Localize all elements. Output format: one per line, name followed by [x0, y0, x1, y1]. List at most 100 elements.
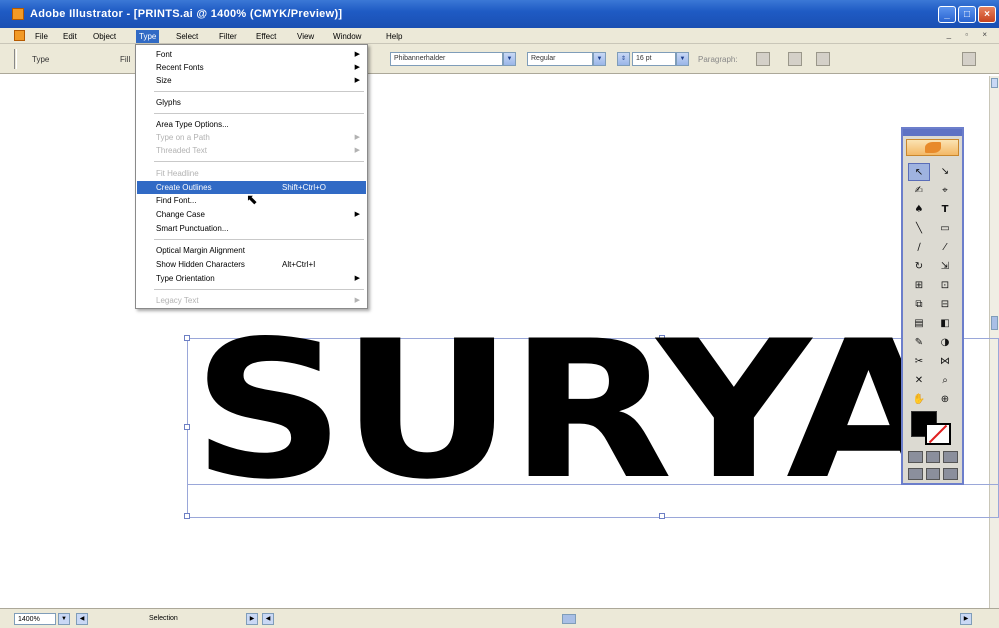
control-panel-menu-icon[interactable] — [962, 52, 976, 66]
document-window-controls[interactable]: _ ▫ × — [947, 30, 993, 39]
tools-panel-titlebar[interactable] — [903, 129, 962, 136]
menu-item-glyphs[interactable]: Glyphs — [137, 96, 366, 109]
font-style-field[interactable]: Regular — [527, 52, 593, 66]
scroll-left-icon[interactable]: ◀ — [262, 613, 274, 625]
font-size-field[interactable]: 16 pt — [632, 52, 676, 66]
column-graph-tool-icon[interactable]: ⊟ — [934, 296, 956, 314]
hand-tool-icon[interactable]: ✋ — [908, 391, 930, 409]
direct-selection-tool-icon[interactable]: ↘ — [934, 163, 956, 181]
menu-item-show-hidden-characters[interactable]: Show Hidden Characters Alt+Ctrl+I — [137, 258, 366, 271]
bbox-handle-middle-left[interactable] — [184, 424, 190, 430]
menu-type[interactable]: Type — [136, 30, 160, 43]
menu-item-shortcut: Alt+Ctrl+I — [282, 260, 316, 269]
eyedropper-tool-icon[interactable]: ✎ — [908, 334, 930, 352]
status-mode-label[interactable]: Selection — [146, 613, 226, 625]
menu-window[interactable]: Window — [330, 30, 364, 43]
rectangle-tool-icon[interactable]: ▭ — [934, 220, 956, 238]
menu-help[interactable]: Help — [383, 30, 405, 43]
rotate-tool-icon[interactable]: ↻ — [908, 258, 930, 276]
scissors-tool-icon[interactable]: ⌕ — [934, 372, 956, 390]
menu-item-type-orientation[interactable]: Type Orientation ▶ — [137, 272, 366, 285]
line-segment-tool-icon[interactable]: ╲ — [908, 220, 930, 238]
menu-edit[interactable]: Edit — [60, 30, 80, 43]
slice-tool-icon[interactable]: ✕ — [908, 372, 930, 390]
live-paint-selection-tool-icon[interactable]: ⋈ — [934, 353, 956, 371]
canvas-text[interactable]: SURYA — [192, 316, 951, 506]
menu-item-fit-headline: Fit Headline — [156, 169, 199, 178]
menu-bar: File Edit Object Type Select Filter Effe… — [0, 28, 999, 44]
font-style-dropdown-icon[interactable]: ▼ — [593, 52, 606, 66]
full-screen-menu-mode-icon[interactable] — [925, 468, 941, 480]
control-bar-grip[interactable] — [14, 49, 17, 69]
none-mode-icon[interactable] — [943, 451, 959, 463]
lasso-tool-icon[interactable]: ⌖ — [934, 182, 956, 200]
zoom-level-field[interactable]: 1400% — [14, 613, 56, 625]
paragraph-label[interactable]: Paragraph: — [698, 55, 738, 64]
color-mode-buttons[interactable] — [908, 451, 959, 463]
menu-item-label: Recent Fonts — [156, 63, 204, 72]
gradient-tool-icon[interactable]: ◧ — [934, 315, 956, 333]
bbox-handle-bottom-left[interactable] — [184, 513, 190, 519]
font-size-stepper-icon[interactable]: ⇕ — [617, 52, 630, 66]
full-screen-mode-icon[interactable] — [943, 468, 959, 480]
zoom-dropdown-icon[interactable]: ▼ — [58, 613, 70, 625]
menu-select[interactable]: Select — [173, 30, 201, 43]
menu-item-change-case[interactable]: Change Case ▶ — [137, 208, 366, 221]
magic-wand-tool-icon[interactable]: ✍ — [908, 182, 930, 200]
pen-tool-icon[interactable]: ♠ — [908, 201, 930, 219]
symbol-sprayer-tool-icon[interactable]: ⧉ — [908, 296, 930, 314]
menu-item-label: Change Case — [156, 210, 205, 219]
standard-screen-mode-icon[interactable] — [908, 468, 923, 480]
close-button[interactable]: × — [978, 6, 996, 23]
free-transform-tool-icon[interactable]: ⊡ — [934, 277, 956, 295]
menu-item-recent-fonts[interactable]: Recent Fonts ▶ — [137, 61, 366, 74]
menu-view[interactable]: View — [294, 30, 317, 43]
menu-separator — [154, 239, 364, 240]
minimize-button[interactable]: _ — [938, 6, 956, 23]
menu-separator — [154, 91, 364, 92]
font-family-field[interactable]: Phibannerhalder — [390, 52, 503, 66]
menu-item-legacy-text: Legacy Text ▶ — [137, 294, 366, 307]
type-tool-icon[interactable]: T — [934, 201, 956, 219]
paintbrush-tool-icon[interactable]: ∕ — [908, 239, 930, 257]
horizontal-scroll-thumb[interactable] — [562, 614, 576, 624]
zoom-tool-icon[interactable]: ⊕ — [934, 391, 956, 409]
screen-mode-buttons[interactable] — [908, 468, 959, 480]
selection-tool-icon[interactable]: ↖ — [908, 163, 930, 181]
pencil-tool-icon[interactable]: ⁄ — [934, 239, 956, 257]
font-size-dropdown-icon[interactable]: ▼ — [676, 52, 689, 66]
gradient-mode-icon[interactable] — [925, 451, 941, 463]
bbox-handle-top-left[interactable] — [184, 335, 190, 341]
align-left-icon[interactable] — [756, 52, 770, 66]
menu-object[interactable]: Object — [90, 30, 119, 43]
warp-tool-icon[interactable]: ⊞ — [908, 277, 930, 295]
blend-tool-icon[interactable]: ◑ — [934, 334, 956, 352]
menu-file[interactable]: File — [32, 30, 51, 43]
menu-item-font[interactable]: Font ▶ — [137, 48, 366, 61]
vertical-scroll-thumb[interactable] — [991, 316, 998, 330]
menu-item-optical-margin-alignment[interactable]: Optical Margin Alignment — [137, 244, 366, 257]
none-color-icon — [928, 424, 948, 444]
document-icon[interactable] — [14, 30, 25, 41]
align-center-icon[interactable] — [788, 52, 802, 66]
live-paint-tool-icon[interactable]: ✂ — [908, 353, 930, 371]
menu-effect[interactable]: Effect — [253, 30, 279, 43]
status-menu-arrow-icon[interactable]: ▶ — [246, 613, 258, 625]
menu-filter[interactable]: Filter — [216, 30, 240, 43]
artboard-navigation-icon[interactable]: ◀ — [76, 613, 88, 625]
scale-tool-icon[interactable]: ⇲ — [934, 258, 956, 276]
stroke-color-swatch[interactable] — [925, 423, 951, 445]
maximize-button[interactable]: □ — [958, 6, 976, 23]
menu-item-area-type-options[interactable]: Area Type Options... — [137, 118, 366, 131]
color-mode-icon[interactable] — [908, 451, 923, 463]
scroll-right-icon[interactable]: ▶ — [960, 613, 972, 625]
font-family-dropdown-icon[interactable]: ▼ — [503, 52, 516, 66]
mesh-tool-icon[interactable]: ▤ — [908, 315, 930, 333]
window-title: Adobe Illustrator - [PRINTS.ai @ 1400% (… — [30, 8, 343, 20]
menu-item-size[interactable]: Size ▶ — [137, 74, 366, 87]
menu-item-label: Size — [156, 76, 172, 85]
align-right-icon[interactable] — [816, 52, 830, 66]
menu-item-smart-punctuation[interactable]: Smart Punctuation... — [137, 222, 366, 235]
illustrator-app-icon[interactable] — [12, 8, 24, 20]
scroll-up-icon[interactable] — [991, 78, 998, 88]
